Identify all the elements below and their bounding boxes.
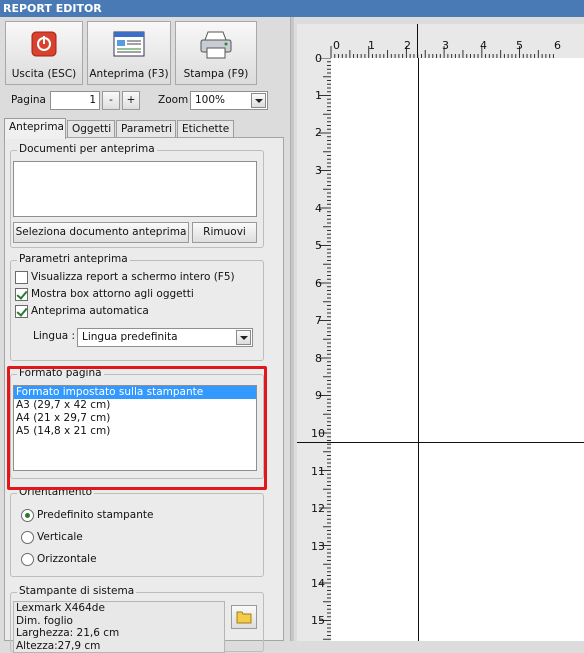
page-format-title: Formato pagina <box>17 367 104 379</box>
zoom-label: Zoom <box>158 94 189 106</box>
printer-browse-button[interactable] <box>231 605 257 629</box>
hruler-label: 3 <box>442 39 449 52</box>
printer-info: Lexmark X464de Dim. foglio Larghezza: 21… <box>13 601 225 653</box>
vertical-ruler-ticks <box>319 58 331 640</box>
window-title: REPORT EDITOR <box>0 0 584 17</box>
vruler-label: 12 <box>311 502 325 515</box>
vruler-label: 10 <box>311 427 325 440</box>
printer-height: Altezza:27,9 cm <box>16 639 101 652</box>
anteprima-panel: Documenti per anteprima Seleziona docume… <box>4 137 284 653</box>
printer-name: Lexmark X464de <box>16 602 105 614</box>
page-format-option[interactable]: Formato impostato sulla stampante <box>14 386 256 399</box>
orientation-landscape-radio[interactable] <box>21 553 34 566</box>
vruler-label: 13 <box>311 540 325 553</box>
show-box-label: Mostra box attorno agli oggetti <box>31 288 194 300</box>
horizontal-ruler: 0 1 2 3 4 5 6 <box>297 24 584 58</box>
tab-oggetti[interactable]: Oggetti <box>67 120 115 138</box>
orientation-portrait-radio[interactable] <box>21 531 34 544</box>
preview-params-group: Parametri anteprima Visualizza report a … <box>10 253 264 361</box>
vruler-label: 15 <box>311 614 325 627</box>
documents-group-title: Documenti per anteprima <box>17 143 157 155</box>
system-printer-group: Stampante di sistema Lexmark X464de Dim.… <box>10 585 264 653</box>
left-panel: Uscita (ESC) Anteprima (F3) Stampa (F9) … <box>0 17 290 653</box>
vruler-label: 1 <box>315 89 322 102</box>
preview-params-title: Parametri anteprima <box>17 253 130 265</box>
hruler-label: 1 <box>368 39 375 52</box>
splitter[interactable] <box>290 17 294 641</box>
hruler-label: 6 <box>554 39 561 52</box>
vruler-label: 3 <box>315 164 322 177</box>
system-printer-title: Stampante di sistema <box>17 585 137 597</box>
vruler-label: 2 <box>315 126 322 139</box>
guide-line-ruler-mark <box>417 24 418 58</box>
fullscreen-checkbox[interactable] <box>15 271 28 284</box>
hruler-label: 2 <box>404 39 411 52</box>
page-format-group: Formato pagina Formato impostato sulla s… <box>10 367 264 479</box>
vruler-label: 7 <box>315 314 322 327</box>
tab-anteprima[interactable]: Anteprima <box>4 118 66 139</box>
select-document-button[interactable]: Seleziona documento anteprima <box>13 222 189 243</box>
vruler-label: 14 <box>311 577 325 590</box>
guide-line-ruler-mark <box>297 442 331 443</box>
page-prev-button[interactable]: - <box>102 91 120 110</box>
tab-etichette[interactable]: Etichette <box>177 120 234 138</box>
exit-button[interactable]: Uscita (ESC) <box>5 21 83 85</box>
hruler-label: 5 <box>516 39 523 52</box>
show-box-checkbox[interactable] <box>15 288 28 301</box>
vruler-label: 11 <box>311 465 325 478</box>
auto-preview-label: Anteprima automatica <box>31 305 149 317</box>
page-format-option[interactable]: A5 (14,8 x 21 cm) <box>14 425 256 438</box>
preview-window-icon <box>113 31 145 57</box>
language-value: Lingua predefinita <box>82 331 178 343</box>
printer-sheet-label: Dim. foglio <box>16 614 73 627</box>
guide-line-vertical[interactable] <box>418 58 419 641</box>
orientation-title: Orientamento <box>17 486 95 498</box>
language-label: Lingua : <box>33 330 76 342</box>
auto-preview-checkbox[interactable] <box>15 305 28 318</box>
exit-label: Uscita (ESC) <box>11 68 77 80</box>
power-icon <box>31 31 57 57</box>
vruler-label: 4 <box>315 202 322 215</box>
fullscreen-label: Visualizza report a schermo intero (F5) <box>31 271 235 283</box>
preview-button[interactable]: Anteprima (F3) <box>87 21 171 85</box>
vruler-label: 6 <box>315 277 322 290</box>
page-number-input[interactable]: 1 <box>50 91 100 110</box>
print-label: Stampa (F9) <box>183 68 249 80</box>
folder-icon <box>236 611 252 624</box>
orientation-group: Orientamento Predefinito stampante Verti… <box>10 486 264 577</box>
vruler-label: 9 <box>315 389 322 402</box>
page-format-list[interactable]: Formato impostato sulla stampante A3 (29… <box>13 385 257 471</box>
preview-label: Anteprima (F3) <box>89 68 169 80</box>
page-format-option[interactable]: A3 (29,7 x 42 cm) <box>14 399 256 412</box>
page-format-option[interactable]: A4 (21 x 29,7 cm) <box>14 412 256 425</box>
hruler-label: 4 <box>480 39 487 52</box>
tab-parametri[interactable]: Parametri <box>116 120 176 138</box>
report-canvas[interactable] <box>331 58 584 641</box>
remove-document-button[interactable]: Rimuovi <box>192 222 257 243</box>
horizontal-ruler-ticks <box>330 46 554 58</box>
vruler-label: 0 <box>315 52 322 65</box>
orientation-landscape-label: Orizzontale <box>37 553 97 565</box>
vruler-label: 8 <box>315 352 322 365</box>
page-next-button[interactable]: + <box>122 91 140 110</box>
zoom-value: 100% <box>195 94 226 106</box>
chevron-down-icon[interactable] <box>251 93 266 108</box>
guide-line-horizontal[interactable] <box>331 442 584 443</box>
vertical-ruler: 0 1 2 3 4 5 6 7 8 9 10 11 12 13 14 15 <box>297 52 331 641</box>
print-button[interactable]: Stampa (F9) <box>175 21 257 85</box>
chevron-down-icon[interactable] <box>236 330 251 345</box>
documents-group: Documenti per anteprima Seleziona docume… <box>10 143 264 248</box>
printer-width: Larghezza: 21,6 cm <box>16 627 120 639</box>
documents-list[interactable] <box>13 161 257 217</box>
orientation-default-radio[interactable] <box>21 509 34 522</box>
orientation-portrait-label: Verticale <box>37 531 83 543</box>
language-select[interactable]: Lingua predefinita <box>77 328 253 347</box>
orientation-default-label: Predefinito stampante <box>37 509 154 521</box>
hruler-label: 0 <box>333 39 340 52</box>
page-label: Pagina <box>11 94 46 106</box>
vruler-label: 5 <box>315 239 322 252</box>
zoom-select[interactable]: 100% <box>190 91 268 110</box>
printer-icon <box>200 31 232 59</box>
